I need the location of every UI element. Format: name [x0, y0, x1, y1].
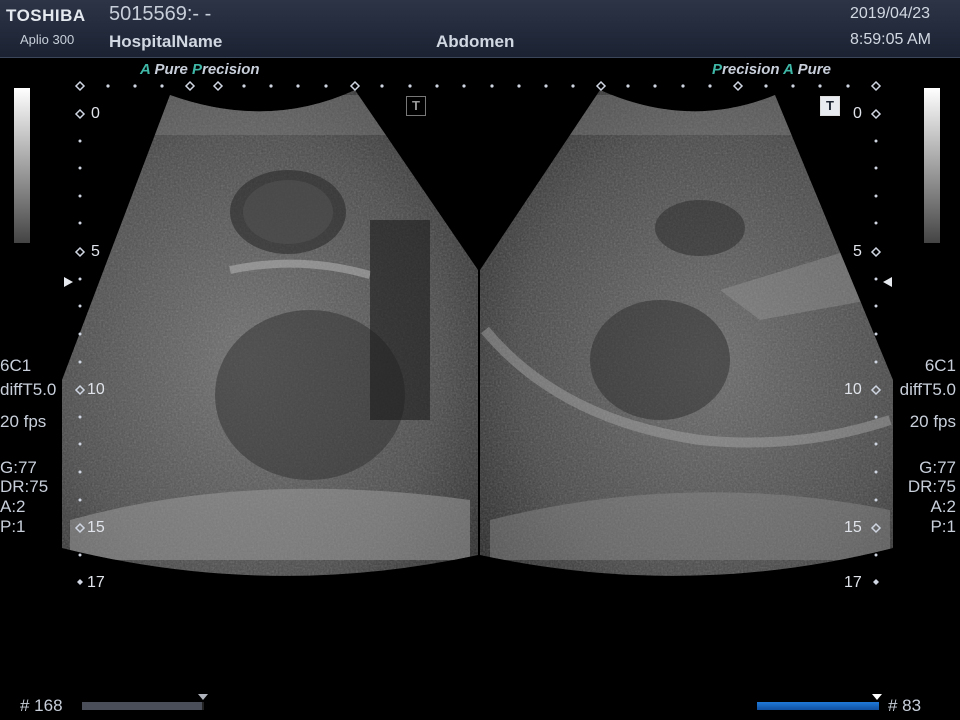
left-depth-0: 0: [91, 105, 100, 122]
right-transducer-icon: T: [820, 96, 840, 116]
left-depth-17: 17: [87, 574, 105, 591]
left-depth-5: 5: [91, 243, 100, 260]
left-probe: 6C1: [0, 356, 32, 375]
left-dynamic-range: DR:75: [0, 477, 49, 496]
left-frame-counter: # 168: [20, 696, 63, 715]
left-p-value: P:1: [0, 517, 26, 536]
right-harmonic: diffT5.0: [899, 380, 956, 399]
right-cine-marker-icon[interactable]: [871, 693, 883, 701]
right-probe: 6C1: [924, 356, 956, 375]
top-focus-dots: [106, 84, 850, 88]
left-a-value: A:2: [0, 497, 26, 516]
right-gain: G:77: [919, 458, 956, 477]
right-cine-bar[interactable]: [757, 702, 879, 710]
right-p-value: P:1: [930, 517, 956, 536]
right-scan-image: [480, 90, 893, 576]
right-depth-5: 5: [853, 243, 862, 260]
top-marker-diamonds: [74, 80, 882, 92]
left-grayscale-bar: [14, 88, 30, 243]
right-depth-15: 15: [844, 519, 862, 536]
left-gain: G:77: [0, 458, 37, 477]
left-focus-marker-icon: [64, 277, 73, 287]
right-cine-bar-fill: [757, 702, 879, 710]
left-transducer-icon: T: [406, 96, 426, 116]
right-a-value: A:2: [930, 497, 956, 516]
ultrasound-image-area: [62, 80, 893, 585]
right-grayscale-bar: [924, 88, 940, 243]
right-mode-label: Precision A Pure: [712, 61, 831, 78]
left-fps: 20 fps: [0, 412, 47, 431]
left-cine-marker-icon[interactable]: [197, 693, 209, 701]
right-depth-0: 0: [853, 105, 862, 122]
left-cine-bar[interactable]: [82, 702, 204, 710]
left-depth-10: 10: [87, 381, 105, 398]
left-depth-15: 15: [87, 519, 105, 536]
left-cine-bar-fill: [82, 702, 202, 710]
right-focus-marker-icon: [883, 277, 892, 287]
right-depth-10: 10: [844, 381, 862, 398]
left-harmonic: diffT5.0: [0, 380, 57, 399]
right-dynamic-range: DR:75: [907, 477, 956, 496]
left-scan-image: [62, 90, 478, 576]
right-depth-17: 17: [844, 574, 862, 591]
left-mode-label: A Pure Precision: [140, 61, 260, 78]
right-fps: 20 fps: [909, 412, 956, 431]
right-frame-counter: # 83: [888, 696, 922, 715]
